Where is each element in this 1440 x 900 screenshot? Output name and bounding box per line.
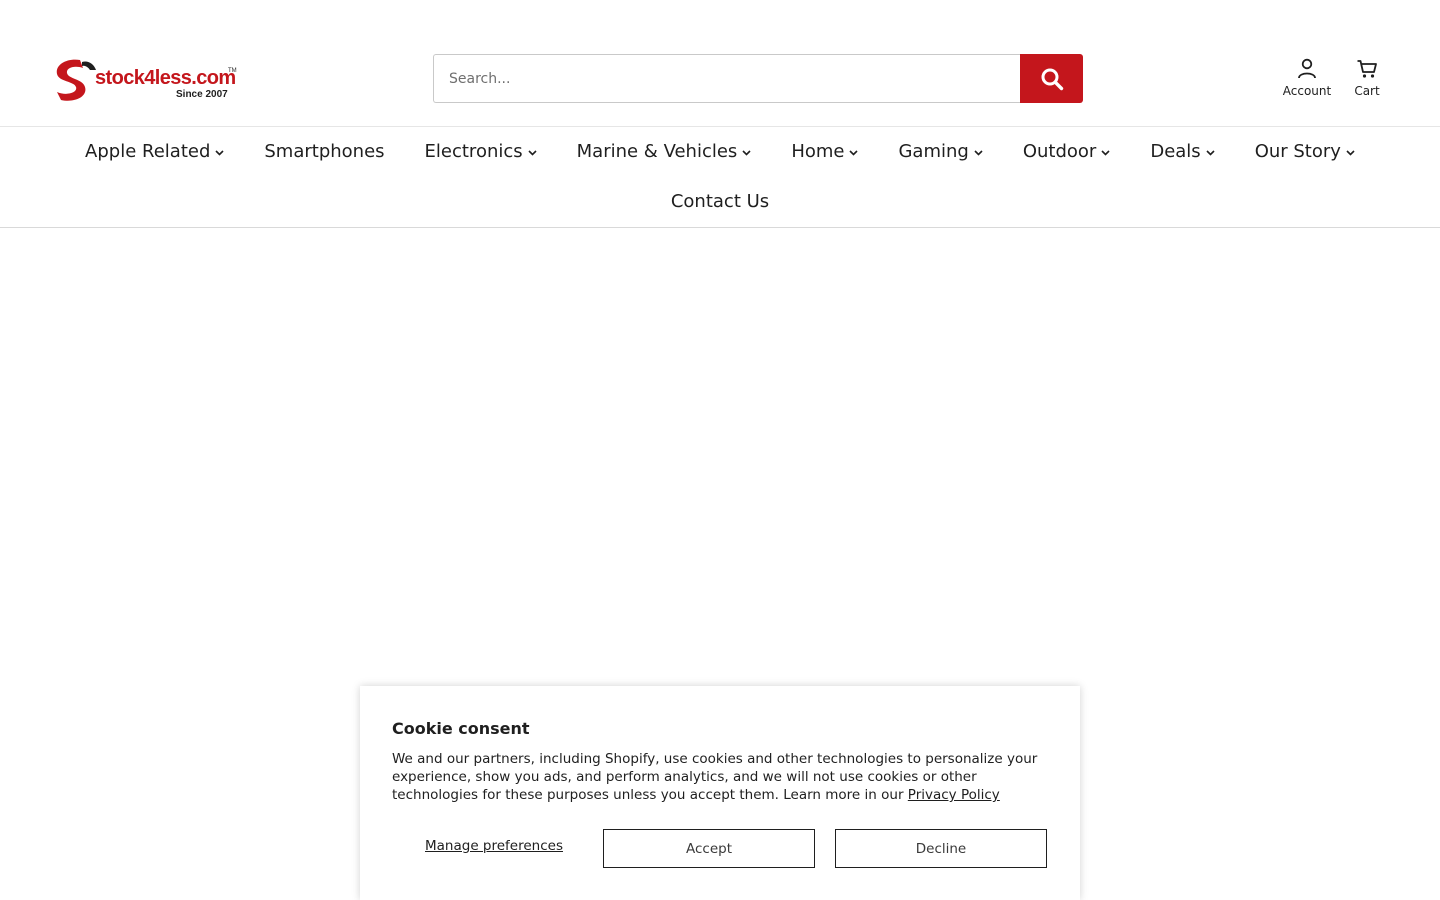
search-form	[433, 54, 1083, 103]
chevron-down-icon	[974, 150, 983, 156]
nav-item-home[interactable]: Home	[791, 140, 859, 164]
user-icon	[1298, 58, 1316, 79]
site-logo[interactable]: stock4less.com TM Since 2007	[52, 56, 240, 102]
chevron-down-icon	[215, 150, 224, 156]
chevron-down-icon	[742, 150, 751, 156]
nav-item-marine-vehicles[interactable]: Marine & Vehicles	[577, 140, 752, 164]
nav-item-label: Smartphones	[264, 141, 385, 162]
nav-item-label: Outdoor	[1022, 141, 1097, 162]
site-header: stock4less.com TM Since 2007 Account Car…	[0, 0, 1440, 127]
nav-item-label: Electronics	[424, 141, 523, 162]
privacy-policy-link[interactable]: Privacy Policy	[908, 787, 1000, 803]
nav-item-label: Contact Us	[670, 191, 770, 212]
chevron-down-icon	[528, 150, 537, 156]
search-button[interactable]	[1020, 54, 1083, 103]
cookie-description: We and our partners, including Shopify, …	[392, 750, 1048, 804]
search-input[interactable]	[433, 54, 1020, 103]
nav-item-our-story[interactable]: Our Story	[1255, 140, 1355, 164]
nav-item-gaming[interactable]: Gaming	[898, 140, 983, 164]
cart-icon	[1357, 60, 1377, 78]
logo-wordmark: stock4less.com	[95, 67, 236, 89]
nav-item-contact-us[interactable]: Contact Us	[671, 190, 769, 214]
nav-item-label: Gaming	[898, 141, 969, 162]
nav-item-label: Marine & Vehicles	[576, 141, 738, 162]
nav-item-label: Home	[791, 141, 845, 162]
nav-item-label: Our Story	[1254, 141, 1341, 162]
account-label: Account	[1282, 84, 1332, 98]
manage-preferences-link[interactable]: Manage preferences	[425, 838, 563, 854]
cart-label: Cart	[1354, 84, 1380, 98]
nav-item-smartphones[interactable]: Smartphones	[264, 140, 384, 164]
nav-item-deals[interactable]: Deals	[1150, 140, 1215, 164]
accept-button[interactable]: Accept	[603, 829, 815, 868]
cart-link[interactable]: Cart	[1350, 58, 1384, 98]
nav-item-apple-related[interactable]: Apple Related	[85, 140, 224, 164]
cookie-title: Cookie consent	[392, 719, 530, 738]
main-navigation: Apple Related Smartphones Electronics Ma…	[0, 127, 1440, 228]
chevron-down-icon	[849, 150, 859, 156]
nav-item-electronics[interactable]: Electronics	[425, 140, 537, 164]
decline-button[interactable]: Decline	[835, 829, 1047, 868]
nav-item-label: Deals	[1150, 141, 1201, 162]
nav-item-label: Apple Related	[85, 141, 211, 162]
account-link[interactable]: Account	[1282, 58, 1332, 98]
chevron-down-icon	[1346, 150, 1355, 156]
search-icon	[1041, 68, 1063, 90]
chevron-down-icon	[1206, 150, 1215, 156]
logo-tagline: Since 2007	[176, 89, 228, 100]
chevron-down-icon	[1101, 150, 1110, 156]
nav-row: Contact Us	[0, 190, 1440, 214]
logo-trademark: TM	[228, 68, 237, 74]
nav-item-outdoor[interactable]: Outdoor	[1023, 140, 1111, 164]
nav-row: Apple Related Smartphones Electronics Ma…	[0, 140, 1440, 164]
cookie-consent-banner: Cookie consent We and our partners, incl…	[360, 686, 1080, 900]
